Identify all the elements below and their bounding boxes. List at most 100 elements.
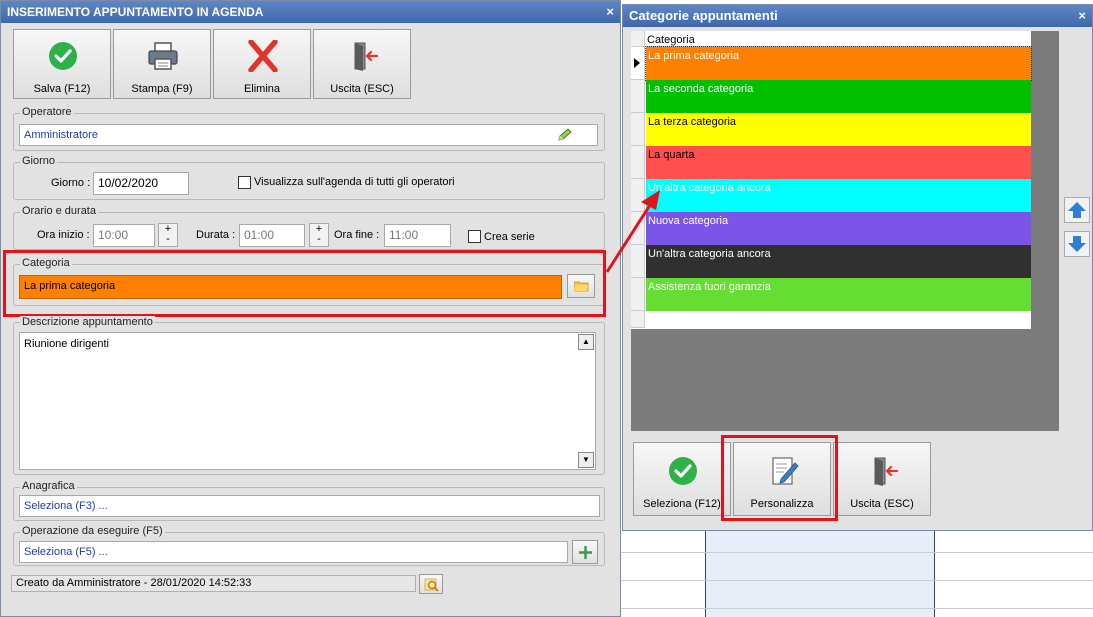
customize-highlight-box (721, 435, 838, 521)
operator-field[interactable]: Amministratore (19, 124, 598, 146)
select-button[interactable]: Seleziona (F12) (633, 442, 731, 516)
appointment-dialog-titlebar: INSERIMENTO APPUNTAMENTO IN AGENDA × (1, 1, 620, 23)
arrow-up-icon (1068, 202, 1086, 218)
categories-grid-container: Categoria La prima categoria La seconda c… (631, 31, 1059, 431)
category-highlight-box (3, 250, 606, 317)
create-series-checkbox[interactable] (468, 230, 481, 243)
operator-group-title: Operatore (20, 106, 74, 118)
row-selector[interactable] (631, 146, 645, 179)
category-row-label: Assistenza fuori garanzia (648, 281, 771, 293)
time-group-title: Orario e durata (20, 205, 98, 217)
show-all-operators-label: Visualizza sull'agenda di tutti gli oper… (254, 176, 455, 188)
day-input[interactable]: 10/02/2020 (93, 172, 189, 195)
operator-value: Amministratore (24, 129, 98, 141)
scroll-down-button[interactable]: ▼ (578, 452, 594, 468)
check-icon (669, 457, 697, 485)
magnifier-icon (424, 578, 439, 592)
plus-icon (579, 546, 592, 559)
operation-field[interactable]: Seleziona (F5) ... (19, 541, 568, 563)
decrement-button[interactable]: - (310, 234, 328, 245)
agenda-row-line (620, 608, 1093, 609)
show-all-operators-checkbox[interactable] (238, 176, 251, 189)
callout-arrow-head (641, 190, 660, 210)
print-label: Stampa (F9) (131, 83, 193, 95)
row-selector[interactable] (631, 113, 645, 146)
current-row-pointer-icon (634, 58, 640, 68)
appointment-dialog-title: INSERIMENTO APPUNTAMENTO IN AGENDA (7, 5, 264, 19)
agenda-column-line (705, 530, 706, 617)
category-row[interactable]: Un'altra categoria ancora (646, 245, 1031, 278)
category-row[interactable]: La quarta (646, 146, 1031, 179)
save-button[interactable]: Salva (F12) (13, 29, 111, 99)
agenda-row-line (620, 552, 1093, 553)
start-time-spinner[interactable]: + - (158, 223, 178, 247)
scroll-up-button[interactable]: ▲ (578, 334, 594, 350)
category-row[interactable]: Nuova categoria (646, 212, 1031, 245)
agenda-highlight-column (705, 530, 935, 617)
category-row-label: La terza categoria (648, 116, 737, 128)
category-row-label: La quarta (648, 149, 695, 161)
day-group-title: Giorno (20, 155, 58, 167)
category-row-label: La prima categoria (648, 50, 740, 62)
categories-dialog-titlebar: Categorie appuntamenti × (623, 5, 1092, 27)
day-label: Giorno : (51, 177, 91, 189)
select-label: Seleziona (F12) (643, 498, 721, 510)
save-label: Salva (F12) (33, 83, 91, 95)
registry-field[interactable]: Seleziona (F3) ... (19, 495, 600, 517)
row-selector[interactable] (631, 80, 645, 113)
move-up-button[interactable] (1064, 197, 1090, 223)
delete-button[interactable]: Elimina (213, 29, 311, 99)
history-button[interactable] (419, 574, 443, 594)
row-selector[interactable] (631, 278, 645, 311)
close-icon[interactable]: × (1078, 5, 1086, 27)
agenda-column-line (934, 530, 935, 617)
decrement-button[interactable]: - (159, 234, 177, 245)
categories-dialog: Categorie appuntamenti × Categoria La pr… (622, 4, 1093, 531)
start-time-label: Ora inizio : (37, 229, 90, 241)
delete-x-icon (248, 40, 278, 72)
category-column-header[interactable]: Categoria (645, 33, 1031, 47)
description-group-title: Descrizione appuntamento (20, 316, 155, 328)
duration-spinner[interactable]: + - (309, 223, 329, 247)
callout-arrow (605, 190, 660, 273)
exit-button[interactable]: Uscita (ESC) (833, 442, 931, 516)
description-value: Riunione dirigenti (24, 338, 109, 350)
row-selector[interactable] (631, 47, 645, 80)
printer-icon (148, 42, 178, 70)
description-textarea[interactable]: Riunione dirigenti ▲ ▼ (19, 332, 596, 470)
print-button[interactable]: Stampa (F9) (113, 29, 211, 99)
delete-label: Elimina (243, 83, 281, 95)
category-row[interactable]: La seconda categoria (646, 80, 1031, 113)
registry-group-title: Anagrafica (20, 480, 77, 492)
categories-dialog-title: Categorie appuntamenti (629, 8, 778, 23)
appointment-dialog: INSERIMENTO APPUNTAMENTO IN AGENDA × Sal… (0, 0, 621, 617)
duration-label: Durata : (196, 229, 236, 241)
agenda-row-line (620, 580, 1093, 581)
operation-group-title: Operazione da eseguire (F5) (20, 525, 165, 537)
create-series-label: Crea serie (484, 231, 535, 243)
category-row[interactable]: Un'altra categoria ancora (646, 179, 1031, 212)
callout-arrow-line (605, 201, 654, 273)
grid-corner (631, 31, 645, 47)
start-time-input[interactable]: 10:00 (93, 224, 155, 247)
move-down-button[interactable] (1064, 231, 1090, 257)
background-agenda-grid (620, 530, 1093, 617)
exit-button[interactable]: Uscita (ESC) (313, 29, 411, 99)
category-row-label: La seconda categoria (648, 83, 754, 95)
row-selector[interactable] (631, 311, 645, 328)
category-row[interactable]: Assistenza fuori garanzia (646, 278, 1031, 311)
end-time-input[interactable]: 11:00 (384, 224, 451, 247)
end-time-label: Ora fine : (334, 229, 380, 241)
add-operation-button[interactable] (572, 540, 598, 564)
arrow-down-icon (1068, 236, 1086, 252)
close-icon[interactable]: × (606, 1, 614, 23)
category-row[interactable]: La prima categoria (645, 46, 1032, 81)
categories-grid: Categoria La prima categoria La seconda c… (631, 31, 1032, 329)
category-row[interactable]: La terza categoria (646, 113, 1031, 146)
created-by-status: Creato da Amministratore - 28/01/2020 14… (11, 575, 416, 592)
exit-label: Uscita (ESC) (330, 83, 394, 95)
check-icon (49, 42, 77, 70)
pencil-icon[interactable] (557, 128, 573, 142)
exit-label: Uscita (ESC) (850, 498, 914, 510)
duration-input[interactable]: 01:00 (239, 224, 305, 247)
